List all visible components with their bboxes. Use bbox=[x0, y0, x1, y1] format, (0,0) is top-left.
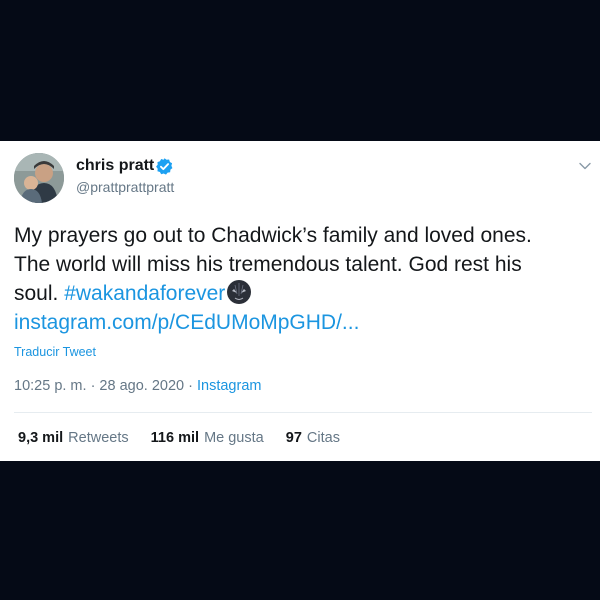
quotes-label: Citas bbox=[306, 430, 340, 446]
tweet-text-line: The world will miss his tremendous talen… bbox=[14, 253, 522, 276]
engagement-stats: 9,3 mil Retweets 116 mil Me gusta 97 Cit… bbox=[18, 430, 358, 446]
source-link[interactable]: Instagram bbox=[197, 378, 261, 394]
likes-stat[interactable]: 116 mil Me gusta bbox=[151, 430, 264, 446]
tweet-text-line: soul. #wakandaforever bbox=[14, 279, 588, 308]
chevron-down-icon[interactable] bbox=[578, 159, 592, 173]
instagram-link[interactable]: instagram.com/p/CEdUMoMpGHD/... bbox=[14, 308, 588, 337]
quotes-count: 97 bbox=[285, 430, 302, 446]
user-handle[interactable]: @prattprattpratt bbox=[76, 179, 174, 195]
tweet-card: chris pratt @prattprattpratt My prayers … bbox=[0, 141, 600, 461]
retweets-count: 9,3 mil bbox=[18, 430, 64, 446]
verified-badge-icon bbox=[155, 157, 174, 176]
black-panther-emoji-icon bbox=[226, 279, 252, 305]
quotes-stat[interactable]: 97 Citas bbox=[286, 430, 340, 446]
translate-tweet-link[interactable]: Traducir Tweet bbox=[14, 345, 96, 359]
tweet-text: My prayers go out to Chadwick’s family a… bbox=[14, 221, 588, 337]
avatar[interactable] bbox=[14, 153, 64, 203]
likes-count: 116 mil bbox=[150, 430, 200, 446]
likes-label: Me gusta bbox=[204, 430, 264, 446]
hashtag-link[interactable]: #wakandaforever bbox=[64, 282, 225, 305]
tweet-meta: 10:25 p. m. · 28 ago. 2020 · Instagram bbox=[14, 378, 261, 394]
tweet-text-segment: soul. bbox=[14, 282, 65, 305]
display-name[interactable]: chris pratt bbox=[76, 157, 154, 175]
retweets-label: Retweets bbox=[68, 430, 129, 446]
divider bbox=[14, 412, 592, 413]
timestamp[interactable]: 10:25 p. m. · 28 ago. 2020 · bbox=[14, 378, 197, 394]
tweet-text-line: My prayers go out to Chadwick’s family a… bbox=[14, 224, 532, 247]
retweets-stat[interactable]: 9,3 mil Retweets bbox=[18, 430, 129, 446]
